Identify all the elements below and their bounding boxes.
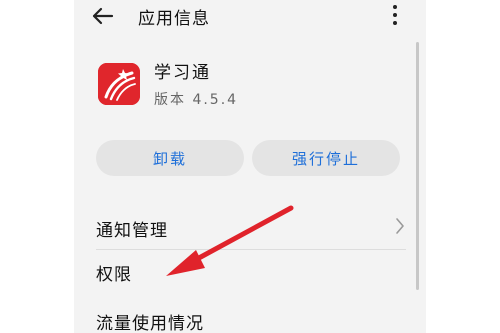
- top-app-bar: 应用信息: [74, 0, 426, 34]
- scrollbar[interactable]: [416, 42, 419, 290]
- divider: [96, 249, 406, 250]
- app-info-screen: 应用信息 学习通 版本 4.5.4 卸载 强行停止 通知管理 权限 流量使用情况: [74, 0, 426, 333]
- chevron-right-icon: [396, 218, 404, 234]
- settings-item-permissions[interactable]: 权限: [96, 258, 406, 288]
- back-button[interactable]: [88, 1, 118, 31]
- app-name: 学习通: [154, 63, 211, 83]
- settings-item-label: 流量使用情况: [96, 314, 204, 333]
- back-arrow-icon: [92, 7, 114, 25]
- more-vertical-icon: [393, 5, 397, 9]
- settings-item-data-usage[interactable]: 流量使用情况: [96, 309, 406, 333]
- settings-item-label: 权限: [96, 265, 132, 285]
- settings-item-label: 通知管理: [96, 221, 168, 241]
- xuexitong-app-icon: [98, 63, 140, 105]
- app-version: 版本 4.5.4: [154, 92, 239, 108]
- force-stop-button[interactable]: 强行停止: [252, 140, 400, 176]
- page-title: 应用信息: [138, 9, 210, 29]
- settings-item-notifications[interactable]: 通知管理: [96, 212, 406, 248]
- uninstall-button[interactable]: 卸载: [96, 140, 244, 176]
- more-options-button[interactable]: [382, 2, 408, 28]
